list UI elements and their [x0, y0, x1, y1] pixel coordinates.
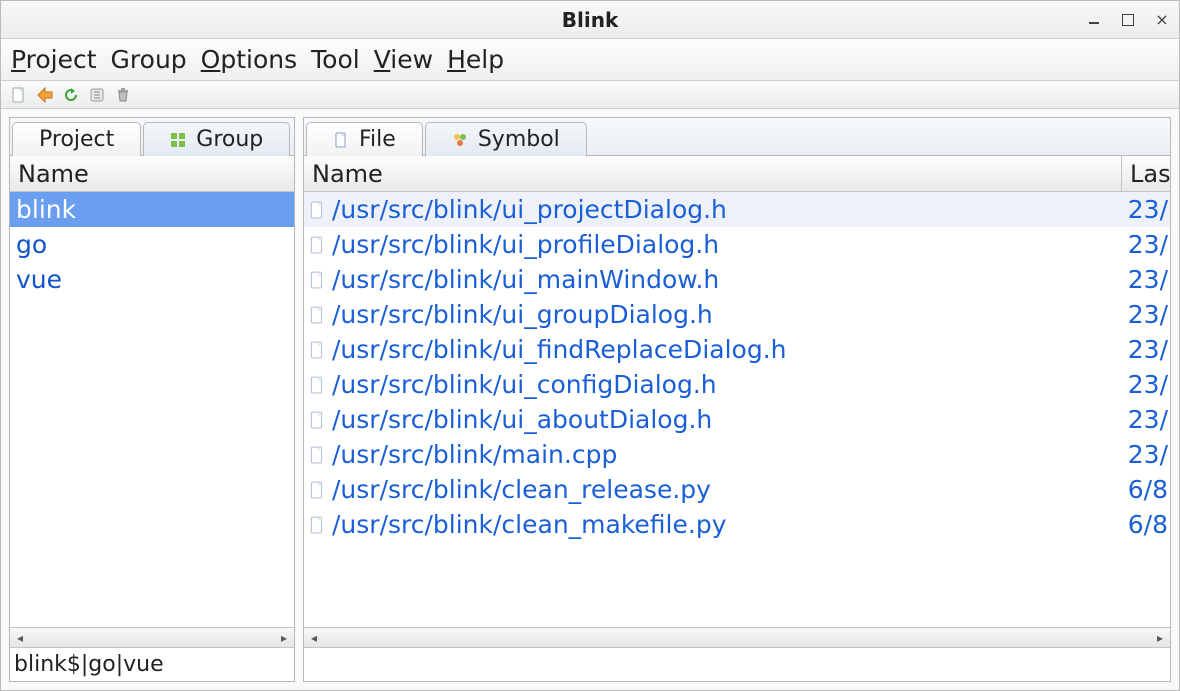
file-path: /usr/src/blink/main.cpp: [332, 440, 1122, 469]
tab-project[interactable]: Project: [12, 122, 141, 156]
tab-file[interactable]: File: [306, 122, 423, 156]
scroll-left-icon[interactable]: ◂: [306, 630, 322, 646]
menu-tool[interactable]: Tool: [311, 45, 360, 74]
file-path: /usr/src/blink/ui_aboutDialog.h: [332, 405, 1122, 434]
file-icon: [308, 376, 326, 394]
file-icon: [333, 132, 349, 148]
file-path: /usr/src/blink/ui_groupDialog.h: [332, 300, 1122, 329]
file-path: /usr/src/blink/ui_findReplaceDialog.h: [332, 335, 1122, 364]
file-date: 23/: [1122, 195, 1170, 224]
tab-group[interactable]: Group: [143, 122, 290, 156]
file-path: /usr/src/blink/ui_projectDialog.h: [332, 195, 1122, 224]
tab-group-label: Group: [196, 127, 263, 152]
menu-group[interactable]: Group: [111, 45, 187, 74]
left-column-header: Name: [10, 156, 294, 192]
titlebar: Blink ×: [1, 1, 1179, 39]
project-list[interactable]: blink go vue: [10, 192, 294, 627]
file-list[interactable]: /usr/src/blink/ui_projectDialog.h23//usr…: [304, 192, 1170, 627]
refresh-icon[interactable]: [63, 87, 79, 103]
right-filter-container: [304, 647, 1170, 681]
right-column-header: Name Las: [304, 156, 1170, 192]
right-col-last[interactable]: Las: [1122, 156, 1170, 191]
file-date: 23/: [1122, 405, 1170, 434]
menu-options[interactable]: Options: [201, 45, 297, 74]
left-hscroll[interactable]: ◂ ▸: [10, 627, 294, 647]
menu-view[interactable]: View: [374, 45, 433, 74]
open-icon[interactable]: [37, 87, 53, 103]
right-hscroll[interactable]: ◂ ▸: [304, 627, 1170, 647]
file-date: 23/: [1122, 440, 1170, 469]
file-icon: [308, 341, 326, 359]
project-name: vue: [16, 265, 62, 294]
file-date: 23/: [1122, 265, 1170, 294]
tab-file-label: File: [359, 127, 396, 152]
file-row[interactable]: /usr/src/blink/clean_makefile.py6/8: [304, 507, 1170, 542]
close-button[interactable]: ×: [1155, 13, 1169, 27]
menubar: Project Group Options Tool View Help: [1, 39, 1179, 81]
file-row[interactable]: /usr/src/blink/ui_profileDialog.h23/: [304, 227, 1170, 262]
window-controls: ×: [1087, 1, 1169, 38]
file-date: 23/: [1122, 230, 1170, 259]
window-title: Blink: [562, 8, 619, 32]
file-icon: [308, 236, 326, 254]
project-filter-input[interactable]: [14, 651, 290, 679]
file-date: 23/: [1122, 300, 1170, 329]
left-filter-container: [10, 647, 294, 681]
file-row[interactable]: /usr/src/blink/ui_aboutDialog.h23/: [304, 402, 1170, 437]
menu-help[interactable]: Help: [447, 45, 504, 74]
left-col-name[interactable]: Name: [10, 156, 294, 191]
toolbar: [1, 81, 1179, 109]
minimize-button[interactable]: [1087, 13, 1101, 27]
file-icon: [308, 481, 326, 499]
maximize-button[interactable]: [1121, 13, 1135, 27]
file-row[interactable]: /usr/src/blink/ui_projectDialog.h23/: [304, 192, 1170, 227]
right-col-name[interactable]: Name: [304, 156, 1122, 191]
file-icon: [308, 446, 326, 464]
symbol-icon: [452, 132, 468, 148]
file-icon: [308, 271, 326, 289]
file-row[interactable]: /usr/src/blink/ui_findReplaceDialog.h23/: [304, 332, 1170, 367]
scroll-right-icon[interactable]: ▸: [276, 630, 292, 646]
file-path: /usr/src/blink/ui_configDialog.h: [332, 370, 1122, 399]
file-row[interactable]: /usr/src/blink/main.cpp23/: [304, 437, 1170, 472]
project-row[interactable]: vue: [10, 262, 294, 297]
file-path: /usr/src/blink/clean_release.py: [332, 475, 1122, 504]
file-path: /usr/src/blink/ui_profileDialog.h: [332, 230, 1122, 259]
group-icon: [170, 132, 186, 148]
scroll-left-icon[interactable]: ◂: [12, 630, 28, 646]
file-icon: [308, 306, 326, 324]
file-row[interactable]: /usr/src/blink/clean_release.py6/8: [304, 472, 1170, 507]
scroll-right-icon[interactable]: ▸: [1152, 630, 1168, 646]
settings-icon[interactable]: [89, 87, 105, 103]
right-tabs: File Symbol: [304, 118, 1170, 156]
project-name: blink: [16, 195, 76, 224]
project-name: go: [16, 230, 47, 259]
file-filter-input[interactable]: [308, 651, 1166, 679]
file-row[interactable]: /usr/src/blink/ui_mainWindow.h23/: [304, 262, 1170, 297]
file-path: /usr/src/blink/clean_makefile.py: [332, 510, 1122, 539]
right-panel: File Symbol Name Las /usr/src/blink/ui_p…: [303, 117, 1171, 682]
file-path: /usr/src/blink/ui_mainWindow.h: [332, 265, 1122, 294]
file-row[interactable]: /usr/src/blink/ui_groupDialog.h23/: [304, 297, 1170, 332]
menu-project[interactable]: Project: [11, 45, 97, 74]
tab-project-label: Project: [39, 127, 114, 152]
file-date: 6/8: [1122, 510, 1170, 539]
file-row[interactable]: /usr/src/blink/ui_configDialog.h23/: [304, 367, 1170, 402]
file-icon: [308, 516, 326, 534]
app-window: Blink × Project Group Options Tool View …: [0, 0, 1180, 691]
tab-symbol[interactable]: Symbol: [425, 122, 587, 156]
left-tabs: Project Group: [10, 118, 294, 156]
file-icon: [308, 411, 326, 429]
trash-icon[interactable]: [115, 87, 131, 103]
project-row[interactable]: blink: [10, 192, 294, 227]
tab-symbol-label: Symbol: [478, 127, 560, 152]
file-icon: [308, 201, 326, 219]
content-area: Project Group Name blink go vue ◂ ▸: [1, 109, 1179, 690]
file-date: 23/: [1122, 335, 1170, 364]
file-date: 23/: [1122, 370, 1170, 399]
project-row[interactable]: go: [10, 227, 294, 262]
new-icon[interactable]: [11, 87, 27, 103]
file-date: 6/8: [1122, 475, 1170, 504]
left-panel: Project Group Name blink go vue ◂ ▸: [9, 117, 295, 682]
